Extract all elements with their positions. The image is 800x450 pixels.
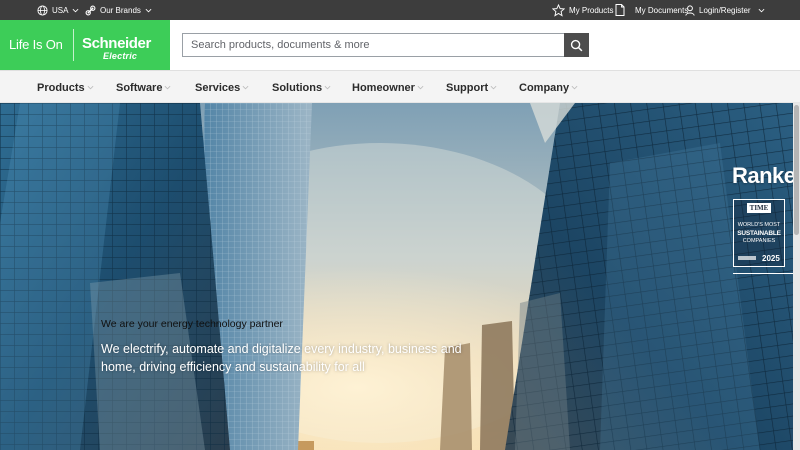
user-icon: [685, 4, 695, 16]
nav-item-company[interactable]: Company: [519, 71, 578, 104]
nav-item-label: Services: [195, 81, 241, 94]
badge-year: 2025: [762, 254, 780, 263]
badge-line-3: COMPANIES: [742, 238, 776, 244]
search-button[interactable]: [564, 33, 589, 57]
nav-item-label: Products: [37, 81, 85, 94]
ranked-heading: Ranked: [732, 163, 793, 188]
hero-city-image: [0, 103, 793, 450]
brand-name: Schneider: [82, 35, 151, 52]
search-input[interactable]: [182, 33, 564, 57]
hero-eyebrow: We are your energy technology partner: [101, 318, 283, 330]
nav-item-label: Solutions: [272, 81, 323, 94]
chevron-down-icon: [87, 85, 94, 90]
login-register-menu[interactable]: Login/Register: [685, 0, 765, 20]
my-documents-link[interactable]: My Documents: [615, 0, 688, 20]
nav-item-support[interactable]: Support: [446, 71, 497, 104]
badge-line-2: SUSTAINABLE: [737, 230, 781, 237]
document-icon: [615, 4, 625, 16]
brand-subname: Electric: [103, 51, 138, 61]
chevron-down-icon: [571, 85, 578, 90]
nav-item-label: Software: [116, 81, 163, 94]
search-icon: [570, 39, 583, 51]
my-documents-label: My Documents: [635, 5, 689, 15]
hero-description: We electrify, automate and digitalize ev…: [101, 342, 462, 374]
login-label: Login/Register: [699, 5, 751, 15]
nav-item-software[interactable]: Software: [116, 71, 171, 104]
logo-divider: [73, 29, 74, 61]
nav-item-label: Homeowner: [352, 81, 415, 94]
badge-divider: [733, 273, 793, 274]
life-is-on-tagline: Life Is On: [9, 37, 63, 52]
main-nav: Products Software Services Solutions Hom…: [0, 70, 800, 103]
chevron-down-icon: [417, 85, 424, 90]
chevron-down-icon: [324, 85, 331, 90]
star-icon: [552, 3, 565, 17]
nav-item-label: Support: [446, 81, 489, 94]
nav-item-products[interactable]: Products: [37, 71, 94, 104]
chevron-down-icon: [758, 8, 765, 12]
site-header: Life Is On Schneider Electric: [0, 20, 800, 70]
chevron-down-icon: [165, 85, 171, 90]
country-selector[interactable]: USA: [37, 0, 79, 20]
nav-item-label: Company: [519, 81, 570, 94]
country-label: USA: [52, 5, 69, 15]
scrollbar-thumb[interactable]: [794, 105, 799, 235]
statista-logo: [738, 256, 756, 260]
chevron-down-icon: [73, 8, 79, 12]
chevron-down-icon: [490, 85, 497, 90]
time-logo: TIME: [747, 203, 771, 213]
utility-bar: USA Our Brands My Products My Documents …: [0, 0, 800, 20]
nav-item-homeowner[interactable]: Homeowner: [352, 71, 424, 104]
chevron-down-icon: [242, 85, 249, 90]
our-brands-label: Our Brands: [100, 5, 141, 15]
time-award-badge[interactable]: TIME WORLD'S MOST SUSTAINABLE COMPANIES …: [733, 199, 785, 267]
our-brands-menu[interactable]: Our Brands: [85, 0, 152, 20]
nav-item-solutions[interactable]: Solutions: [272, 71, 331, 104]
link-icon: [85, 5, 96, 15]
page-scrollbar[interactable]: [793, 103, 800, 450]
my-products-label: My Products: [569, 5, 614, 15]
badge-line-1: WORLD'S MOST: [737, 222, 781, 228]
schneider-logo[interactable]: Life Is On Schneider Electric: [0, 20, 170, 70]
globe-icon: [37, 4, 48, 16]
chevron-down-icon: [145, 8, 152, 12]
my-products-link[interactable]: My Products: [552, 0, 613, 20]
hero-banner: We are your energy technology partner We…: [0, 103, 793, 450]
nav-item-services[interactable]: Services: [195, 71, 249, 104]
